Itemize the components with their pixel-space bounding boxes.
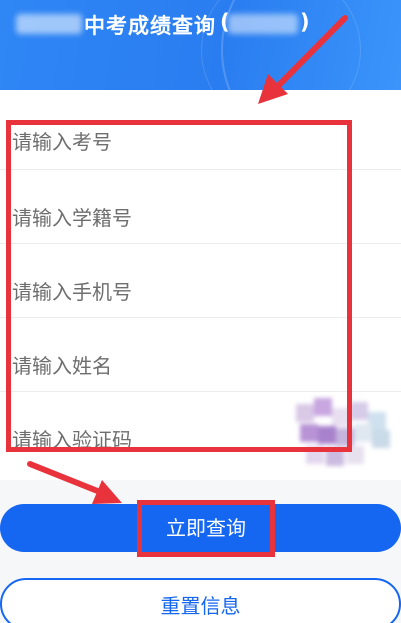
- arrow-to-button-icon: [27, 461, 122, 504]
- screen: 中考成绩查询 ( ) 请输入考号 请输入学籍号 请输入手机号 请输入姓名 请输入…: [0, 0, 401, 623]
- annotation-arrows: [27, 15, 348, 504]
- arrow-to-form-icon: [258, 15, 348, 104]
